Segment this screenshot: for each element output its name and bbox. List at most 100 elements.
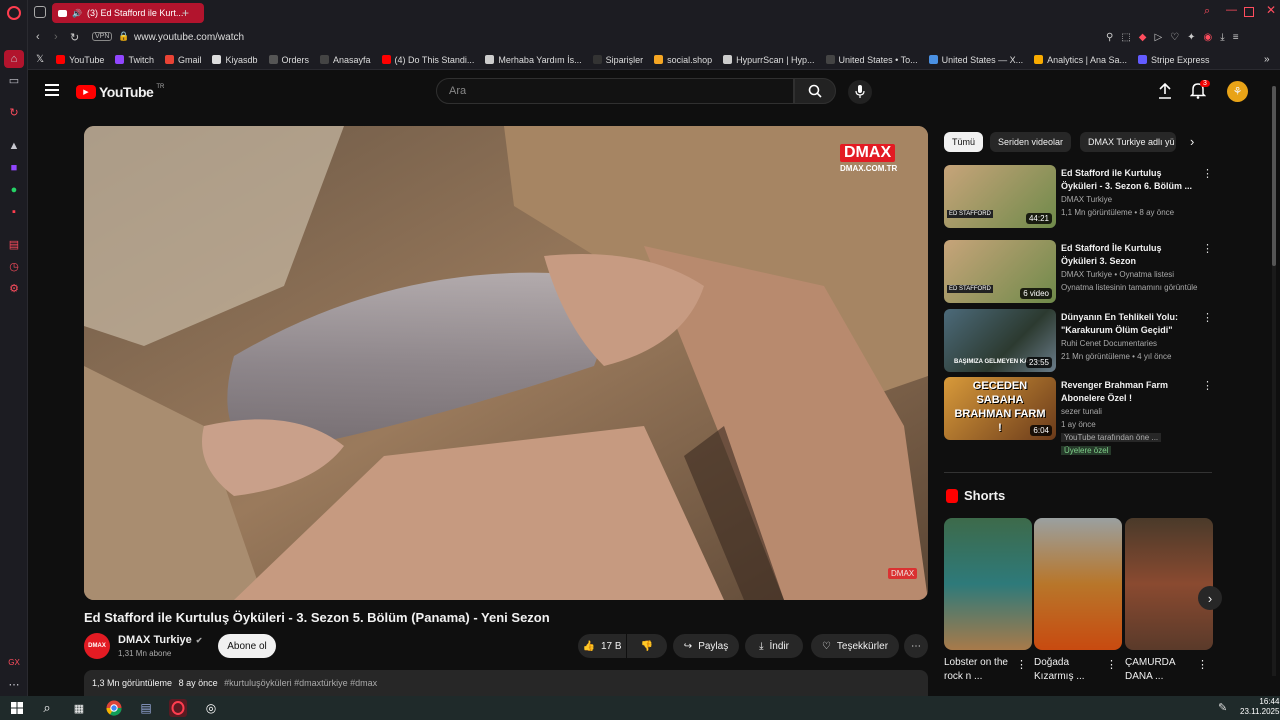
new-tab-icon[interactable]: + — [182, 6, 189, 20]
hashtags[interactable]: #kurtuluşöyküleri #dmaxtürkiye #dmax — [224, 678, 377, 688]
more-options-icon[interactable]: ⋮ — [1202, 167, 1213, 180]
pen-icon[interactable]: ✎ — [1218, 701, 1227, 714]
short-thumbnail[interactable] — [1125, 518, 1213, 650]
opera-taskbar-icon[interactable] — [169, 699, 187, 717]
like-button[interactable]: 👍 17 B — [578, 634, 626, 658]
short-options-icon[interactable]: ⋮ — [1106, 658, 1117, 671]
bookmark-item[interactable]: social.shop — [654, 55, 712, 65]
x-icon[interactable]: 𝕏 — [36, 54, 44, 65]
scrollbar-thumb[interactable] — [1272, 86, 1276, 266]
bookmark-item[interactable]: Anasayfa — [320, 55, 371, 65]
scrollbar[interactable] — [1272, 86, 1276, 676]
more-icon[interactable]: ⋯ — [6, 676, 22, 692]
subscribe-button[interactable]: Abone ol — [218, 634, 276, 658]
menu-icon[interactable]: ≡ — [1233, 32, 1239, 43]
dislike-button[interactable]: 👎 — [627, 634, 667, 658]
refresh-icon[interactable]: ↻ — [6, 104, 22, 120]
app-icon[interactable]: ◎ — [202, 699, 220, 717]
gx-icon[interactable]: GX — [6, 654, 22, 670]
tab-menu-icon[interactable] — [34, 6, 46, 18]
windows-start-icon[interactable] — [8, 699, 26, 717]
description-box[interactable]: 1,3 Mn görüntüleme 8 ay önce #kurtuluşöy… — [84, 670, 928, 696]
bookmark-item[interactable]: United States • To... — [825, 55, 918, 65]
vpn-badge[interactable]: VPN — [92, 32, 113, 41]
twitch-icon[interactable]: ■ — [6, 160, 22, 176]
recommendation-item[interactable]: GECEDEN SABAHA BRAHMAN FARM ! 6:04 Reven… — [944, 377, 1214, 455]
short-thumbnail[interactable] — [944, 518, 1032, 650]
pin-icon[interactable]: ⚲ — [1106, 32, 1113, 43]
minimize-icon[interactable]: — — [1226, 4, 1237, 16]
more-options-icon[interactable]: ⋮ — [1202, 242, 1213, 255]
chrome-icon[interactable] — [105, 699, 123, 717]
maximize-icon[interactable] — [1244, 7, 1254, 17]
more-options-icon[interactable]: ⋮ — [1202, 379, 1213, 392]
voice-search-button[interactable] — [848, 80, 872, 104]
gamepad-icon[interactable]: ▭ — [6, 72, 22, 88]
bookmark-item[interactable]: Merhaba Yardım İs... — [485, 55, 582, 65]
speaker-icon[interactable]: 🔊 — [72, 9, 82, 18]
bookmark-item[interactable]: YouTube — [56, 55, 104, 65]
view-full-playlist-link[interactable]: Oynatma listesinin tamamını görüntüle — [1061, 283, 1198, 292]
bookmark-item[interactable]: United States — X... — [928, 55, 1023, 65]
short-options-icon[interactable]: ⋮ — [1016, 658, 1027, 671]
recommendation-item[interactable]: BAŞIMIZA GELMEYEN KAL 23:55 Dünyanın En … — [944, 309, 1214, 373]
chip-channel[interactable]: DMAX Turkiye adlı yü — [1080, 132, 1176, 152]
history-icon[interactable]: ◷ — [6, 258, 22, 274]
recommendation-item[interactable]: ED STAFFORD 44:21 Ed Stafford ile Kurtul… — [944, 165, 1214, 229]
extensions-icon[interactable]: ✦ — [1187, 32, 1195, 43]
forward-icon[interactable]: › — [54, 31, 58, 43]
search-button[interactable] — [794, 78, 836, 104]
wallet-icon[interactable]: ▤ — [6, 236, 22, 252]
more-actions-button[interactable]: ⋯ — [904, 634, 928, 658]
profile-icon[interactable]: ◉ — [1204, 32, 1213, 43]
download-icon[interactable]: ⤓ — [1220, 32, 1224, 43]
search-input[interactable]: Ara — [436, 78, 794, 104]
hamburger-menu-icon[interactable] — [45, 84, 59, 96]
short-options-icon[interactable]: ⋮ — [1197, 658, 1208, 671]
bookmark-item[interactable]: Stripe Express — [1138, 55, 1210, 65]
url-field[interactable]: www.youtube.com/watch — [134, 32, 244, 43]
home-icon[interactable]: ⌂ — [4, 50, 24, 68]
notifications-button[interactable]: 3 — [1189, 80, 1210, 104]
bookmark-item[interactable]: Siparişler — [592, 55, 643, 65]
chips-next-icon[interactable]: › — [1190, 134, 1194, 149]
short-thumbnail[interactable] — [1034, 518, 1122, 650]
more-options-icon[interactable]: ⋮ — [1202, 311, 1213, 324]
bookmark-item[interactable]: (4) Do This Standi... — [381, 55, 474, 65]
bookmark-item[interactable]: Twitch — [115, 55, 154, 65]
task-view-icon[interactable]: ▦ — [70, 699, 88, 717]
bookmark-item[interactable]: Kiyasdb — [212, 55, 258, 65]
download-button[interactable]: ⤓ İndir — [745, 634, 803, 658]
bookmarks-more-icon[interactable]: » — [1264, 54, 1270, 65]
bookmark-item[interactable]: Orders — [268, 55, 309, 65]
search-tabs-icon[interactable]: ⌕ — [1204, 5, 1210, 18]
settings-icon[interactable]: ⚙ — [6, 280, 22, 296]
snapshot-icon[interactable]: ⬚ — [1121, 32, 1130, 43]
chip-series[interactable]: Seriden videolar — [990, 132, 1072, 152]
bookmark-item[interactable]: HypurrScan | Hyp... — [723, 55, 815, 65]
upload-icon[interactable] — [1158, 82, 1172, 104]
aria-icon[interactable]: ▲ — [6, 138, 22, 154]
close-window-icon[interactable]: ✕ — [1266, 3, 1276, 17]
shorts-next-icon[interactable]: › — [1198, 586, 1222, 610]
system-clock[interactable]: 16:44 23.11.2025 — [1240, 697, 1279, 717]
shield-icon[interactable]: ◆ — [1139, 32, 1147, 43]
channel-avatar[interactable]: DMAX — [84, 633, 110, 659]
heart-icon[interactable]: ♡ — [1170, 32, 1179, 43]
back-icon[interactable]: ‹ — [36, 31, 40, 43]
youtube-side-icon[interactable]: ▪ — [6, 204, 22, 220]
taskbar-search-icon[interactable]: ⌕ — [38, 699, 56, 717]
avatar[interactable]: ⚘ — [1227, 81, 1248, 102]
opera-logo-icon[interactable] — [6, 5, 22, 21]
bookmark-item[interactable]: Analytics | Ana Sa... — [1034, 55, 1127, 65]
calculator-icon[interactable]: ▤ — [137, 699, 155, 717]
share-button[interactable]: ↪ Paylaş — [673, 634, 739, 658]
video-player[interactable]: DMAX DMAX.COM.TR DMAX — [84, 126, 928, 600]
thanks-button[interactable]: ♡ Teşekkürler — [811, 634, 899, 658]
whatsapp-icon[interactable]: ● — [6, 182, 22, 198]
channel-name[interactable]: DMAX Turkiye — [118, 634, 192, 646]
youtube-logo[interactable]: ▶ YouTube TR — [76, 84, 164, 100]
chip-all[interactable]: Tümü — [944, 132, 984, 152]
play-icon[interactable]: ▷ — [1154, 32, 1162, 43]
reload-icon[interactable]: ↻ — [70, 31, 79, 44]
